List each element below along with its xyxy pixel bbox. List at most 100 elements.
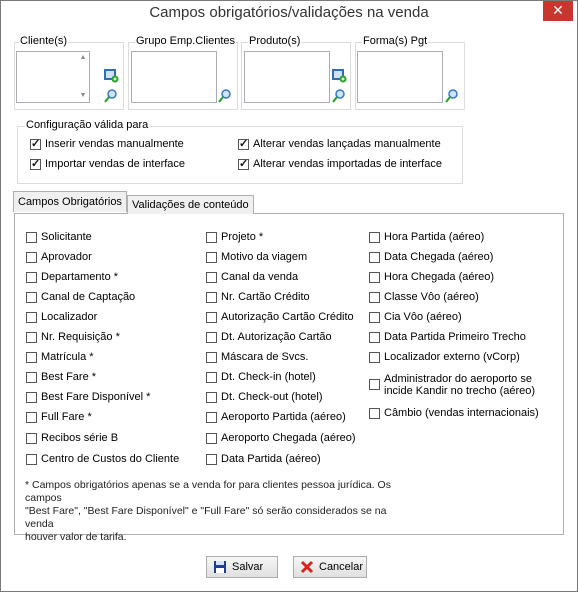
checkbox[interactable] [26,271,37,283]
field-checkbox-localizador-externo[interactable]: Localizador externo (vCorp) [369,351,520,363]
checkbox[interactable] [369,331,380,343]
field-checkbox-matricula[interactable]: Matrícula * [26,351,94,363]
field-checkbox-localizador[interactable]: Localizador [26,311,97,323]
search-icon[interactable] [217,88,233,104]
checkbox[interactable] [26,351,37,363]
field-checkbox-canal-venda[interactable]: Canal da venda [206,271,298,283]
field-checkbox-administrador-aeroporto[interactable]: Administrador do aeroporto se incide Kand… [369,373,535,397]
field-checkbox-cia-voo[interactable]: Cia Vôo (aéreo) [369,311,462,323]
config-checkbox-alterar-manual[interactable]: Alterar vendas lançadas manualmente [238,137,441,150]
search-icon[interactable] [331,88,347,104]
close-button[interactable]: ✕ [543,1,573,21]
field-checkbox-nr-requisicao[interactable]: Nr. Requisição * [26,331,120,343]
checkbox[interactable] [206,411,217,423]
checkbox[interactable] [206,271,217,283]
checkbox[interactable] [206,453,217,465]
checkbox[interactable] [26,291,37,303]
config-checkbox-importar[interactable]: Importar vendas de interface [30,157,185,170]
field-checkbox-checkout[interactable]: Dt. Check-out (hotel) [206,391,322,403]
scroll-down-icon[interactable]: ▼ [78,91,88,101]
produto-listbox[interactable] [244,51,330,103]
field-checkbox-data-partida[interactable]: Data Partida (aéreo) [206,453,321,465]
field-checkbox-aeroporto-chegada[interactable]: Aeroporto Chegada (aéreo) [206,432,356,444]
field-checkbox-motivo-viagem[interactable]: Motivo da viagem [206,251,307,263]
checkbox[interactable] [26,432,37,444]
checkbox-label-line: incide Kandir no trecho (aéreo) [384,385,536,397]
checkbox[interactable] [26,251,37,263]
checkbox[interactable] [26,231,37,243]
field-checkbox-hora-chegada[interactable]: Hora Chegada (aéreo) [369,271,494,283]
field-checkbox-departamento[interactable]: Departamento * [26,271,118,283]
checkbox[interactable] [30,157,41,170]
field-checkbox-autorizacao-cartao[interactable]: Autorização Cartão Crédito [206,311,354,323]
tab-validacoes-conteudo[interactable]: Validações de conteúdo [127,195,254,214]
config-checkbox-alterar-importadas[interactable]: Alterar vendas importadas de interface [238,157,442,170]
field-checkbox-hora-partida[interactable]: Hora Partida (aéreo) [369,231,484,243]
checkbox[interactable] [238,137,249,150]
window-title: Campos obrigatórios/validações na venda [149,4,429,21]
scroll-up-icon[interactable]: ▲ [78,53,88,63]
checkbox[interactable] [369,407,380,419]
checkbox-label: Data Partida (aéreo) [221,453,321,465]
field-checkbox-dt-autorizacao[interactable]: Dt. Autorização Cartão [206,331,332,343]
field-checkbox-nr-cartao[interactable]: Nr. Cartão Crédito [206,291,310,303]
field-checkbox-data-chegada[interactable]: Data Chegada (aéreo) [369,251,493,263]
field-checkbox-cambio[interactable]: Câmbio (vendas internacionais) [369,407,539,419]
field-checkbox-aprovador[interactable]: Aprovador [26,251,92,263]
checkbox[interactable] [238,157,249,170]
checkbox[interactable] [369,251,380,263]
cancel-button[interactable]: Cancelar [293,556,367,578]
search-icon[interactable] [103,88,119,104]
checkbox[interactable] [26,453,37,465]
forma-listbox[interactable] [357,51,443,103]
field-checkbox-recibos-serie-b[interactable]: Recibos série B [26,432,118,444]
cliente-listbox[interactable]: ▲ ▼ [16,51,90,103]
checkbox-label: Matrícula * [41,351,94,363]
checkbox[interactable] [206,311,217,323]
field-checkbox-canal-captacao[interactable]: Canal de Captação [26,291,135,303]
checkbox-label: Data Partida Primeiro Trecho [384,331,526,343]
field-checkbox-data-partida-primeiro[interactable]: Data Partida Primeiro Trecho [369,331,526,343]
checkbox[interactable] [206,231,217,243]
tab-campos-obrigatorios[interactable]: Campos Obrigatórios [13,191,127,212]
add-icon[interactable] [331,67,347,83]
checkbox[interactable] [26,311,37,323]
checkbox-label: Dt. Autorização Cartão [221,331,332,343]
checkbox[interactable] [369,351,380,363]
checkbox-label: Máscara de Svcs. [221,351,309,363]
checkbox[interactable] [26,331,37,343]
field-checkbox-aeroporto-partida[interactable]: Aeroporto Partida (aéreo) [206,411,346,423]
checkbox[interactable] [206,371,217,383]
checkbox[interactable] [369,271,380,283]
checkbox[interactable] [369,379,380,390]
checkbox[interactable] [206,351,217,363]
checkbox[interactable] [26,371,37,383]
grupo-listbox[interactable] [131,51,217,103]
field-checkbox-centro-custos[interactable]: Centro de Custos do Cliente [26,453,179,465]
checkbox-label: Canal da venda [221,271,299,283]
checkbox[interactable] [206,291,217,303]
field-checkbox-best-fare-disponivel[interactable]: Best Fare Disponível * [26,391,150,403]
checkbox[interactable] [369,311,380,323]
checkbox[interactable] [206,331,217,343]
checkbox[interactable] [206,251,217,263]
add-icon[interactable] [103,67,119,83]
checkbox[interactable] [206,391,217,403]
checkbox-label: Recibos série B [41,432,119,444]
checkbox[interactable] [30,137,41,150]
field-checkbox-full-fare[interactable]: Full Fare * [26,411,92,423]
field-checkbox-checkin[interactable]: Dt. Check-in (hotel) [206,371,316,383]
field-checkbox-classe-voo[interactable]: Classe Vôo (aéreo) [369,291,479,303]
field-checkbox-solicitante[interactable]: Solicitante [26,231,92,243]
save-button[interactable]: Salvar [206,556,278,578]
checkbox[interactable] [26,411,37,423]
config-checkbox-inserir[interactable]: Inserir vendas manualmente [30,137,184,150]
checkbox[interactable] [369,291,380,303]
checkbox[interactable] [26,391,37,403]
field-checkbox-mascara-svcs[interactable]: Máscara de Svcs. [206,351,308,363]
checkbox[interactable] [369,231,380,243]
checkbox[interactable] [206,432,217,444]
field-checkbox-projeto[interactable]: Projeto * [206,231,263,243]
search-icon[interactable] [444,88,460,104]
field-checkbox-best-fare[interactable]: Best Fare * [26,371,96,383]
